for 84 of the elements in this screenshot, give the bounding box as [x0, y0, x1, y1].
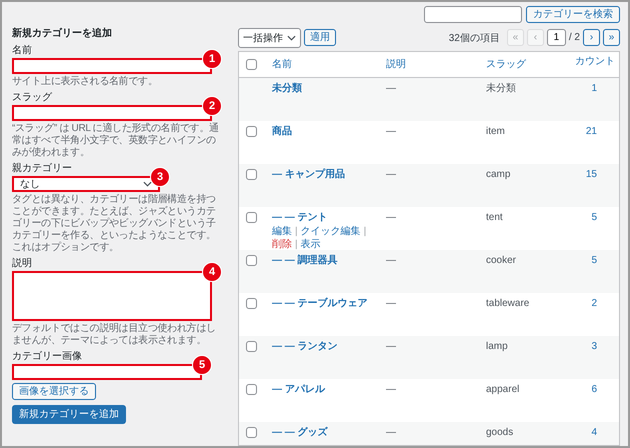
field-label: カテゴリー画像 — [12, 351, 83, 363]
field-label: スラッグ — [12, 92, 53, 104]
table-cell: — — [386, 255, 396, 266]
step-marker: 1 — [202, 49, 222, 69]
separator: | — [295, 238, 298, 251]
step-marker: 4 — [202, 262, 222, 282]
row-checkbox[interactable] — [246, 384, 257, 395]
separator: | — [364, 226, 366, 238]
table-cell: — — [386, 427, 396, 438]
search-field[interactable] — [424, 6, 522, 23]
table-cell: — — [386, 384, 396, 395]
table-cell: — — [386, 169, 396, 180]
page-field[interactable]: 1 — [546, 29, 566, 46]
table-cell: — — [386, 212, 396, 223]
form-title: 新規カテゴリーを追加 — [12, 26, 113, 40]
table-cell: — — [386, 83, 396, 94]
field-hint: デフォルトではこの説明は目立つ使われ方はしませんが、テーマによっては表示されます。 — [12, 323, 217, 347]
row-action-link[interactable]: クイック編集 — [300, 226, 361, 238]
count-link[interactable]: 3 — [591, 341, 597, 352]
category-link[interactable]: — — 調理器具 — [272, 255, 338, 266]
count-link[interactable]: 15 — [586, 169, 597, 180]
table-cell: 未分類 — [486, 83, 516, 94]
column-header[interactable]: 名前 — [272, 59, 292, 70]
category-link[interactable]: — アパレル — [272, 384, 325, 395]
table-cell: — — [386, 298, 396, 309]
count-link[interactable]: 6 — [591, 384, 597, 395]
category-link[interactable]: 未分類 — [272, 83, 302, 94]
select-all-checkbox[interactable] — [246, 59, 257, 70]
apply-button[interactable]: 適用 — [304, 29, 336, 46]
row-checkbox[interactable] — [246, 427, 257, 438]
count-link[interactable]: 21 — [586, 126, 597, 137]
category-link[interactable]: — — テント — [272, 212, 328, 223]
chevron-down-icon — [287, 34, 296, 40]
column-header[interactable]: スラッグ — [486, 59, 526, 70]
row-action-link[interactable]: 編集 — [272, 226, 292, 238]
item-count: 32個の項目 — [448, 32, 500, 44]
field-hint: “スラッグ” は URL に適した形式の名前です。通常はすべて半角小文字で、英数字とハイフンのみが使われます。 — [12, 123, 220, 159]
table-cell: lamp — [486, 341, 508, 352]
step-marker: 5 — [192, 355, 212, 375]
table-cell: — — [386, 341, 396, 352]
category-link[interactable]: — — ランタン — [272, 341, 338, 352]
table-cell: goods — [486, 427, 514, 438]
category-link[interactable]: — キャンプ用品 — [272, 169, 345, 180]
row-checkbox[interactable] — [246, 169, 257, 180]
category-link[interactable]: — — グッズ — [272, 427, 328, 438]
table-cell: item — [486, 126, 505, 137]
count-link[interactable]: 5 — [591, 255, 597, 266]
page-total: / 2 — [568, 32, 580, 43]
column-header[interactable]: カウント — [575, 56, 615, 67]
count-link[interactable]: 1 — [591, 83, 597, 94]
table-cell: tableware — [486, 298, 530, 309]
field-hint: タグとは異なり、カテゴリーは階層構造を持つことができます。たとえば、ジャズというカテゴリーの下にビバップやビッグバンドという子カテゴリーを作る、といったようなことです。これはオプションです。 — [12, 194, 217, 254]
step-marker: 2 — [202, 96, 222, 116]
column-header[interactable]: 説明 — [386, 59, 406, 70]
separator: | — [295, 226, 298, 238]
select-image-button[interactable]: 画像を選択する — [12, 383, 96, 400]
row-checkbox[interactable] — [246, 212, 257, 223]
category-link[interactable]: 商品 — [272, 126, 292, 137]
step-marker: 3 — [150, 167, 170, 187]
table-cell: cooker — [486, 255, 516, 266]
field-label: 説明 — [12, 258, 33, 270]
chevron-down-icon — [143, 181, 152, 187]
category-link[interactable]: — — テーブルウェア — [272, 298, 368, 309]
field-hint: サイト上に表示される名前です。 — [12, 76, 159, 88]
row-action-link[interactable]: 削除 — [272, 238, 292, 251]
table-cell: — — [386, 126, 396, 137]
table-cell: apparel — [486, 384, 520, 395]
count-link[interactable]: 2 — [591, 298, 597, 309]
bulk-action-select[interactable]: 一括操作 — [238, 28, 301, 48]
field-label: 名前 — [12, 45, 33, 57]
count-link[interactable]: 4 — [591, 427, 597, 438]
search-button[interactable]: カテゴリーを検索 — [526, 6, 620, 23]
table-cell: camp — [486, 169, 510, 180]
page-button[interactable]: › — [583, 29, 600, 46]
count-link[interactable]: 5 — [591, 212, 597, 223]
row-checkbox[interactable] — [246, 298, 257, 309]
add-category-button[interactable]: 新規カテゴリーを追加 — [12, 405, 126, 424]
page-button[interactable]: » — [603, 29, 620, 46]
field-label: 親カテゴリー — [12, 163, 73, 175]
row-checkbox[interactable] — [246, 255, 257, 266]
table-cell: tent — [486, 212, 503, 223]
row-action-link[interactable]: 表示 — [300, 238, 321, 251]
row-checkbox[interactable] — [246, 341, 257, 352]
row-checkbox[interactable] — [246, 126, 257, 137]
